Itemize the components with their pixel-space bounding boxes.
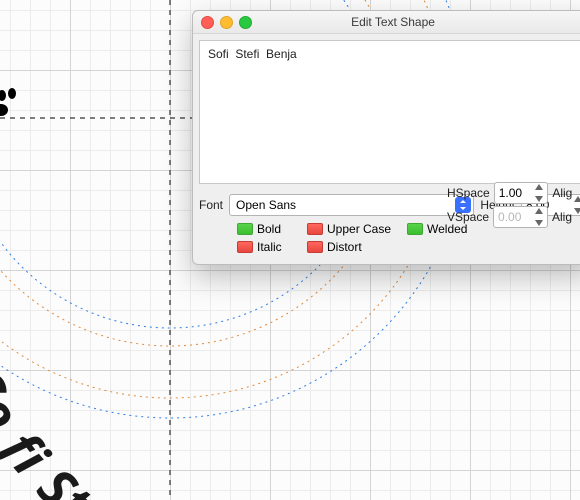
hspace-stepper[interactable]: 1.00 <box>494 182 549 204</box>
curved-text[interactable]: So fi Ste fi Benja <box>0 359 312 500</box>
stepper-icon[interactable] <box>535 208 545 226</box>
hspace-label: HSpace <box>447 186 490 200</box>
align-label-2: Alig <box>552 210 580 224</box>
bold-checkbox[interactable]: Bold <box>237 222 307 236</box>
vspace-stepper[interactable]: 0.00 <box>493 206 548 228</box>
checkbox-icon <box>237 241 253 253</box>
align-label-1: Alig <box>552 186 580 200</box>
font-select[interactable]: Open Sans <box>229 194 474 216</box>
uppercase-checkbox[interactable]: Upper Case <box>307 222 407 236</box>
font-value: Open Sans <box>236 198 296 212</box>
minimize-icon[interactable] <box>220 16 233 29</box>
checkbox-icon <box>307 241 323 253</box>
vspace-value: 0.00 <box>498 210 521 224</box>
checkbox-icon <box>237 223 253 235</box>
paw-shape[interactable] <box>0 88 24 118</box>
close-icon[interactable] <box>201 16 214 29</box>
dialog-titlebar[interactable]: Edit Text Shape <box>193 11 580 34</box>
vspace-label: VSpace <box>447 210 489 224</box>
text-content-input[interactable]: Sofi Stefi Benja <box>199 40 580 184</box>
checkbox-icon <box>307 223 323 235</box>
hspace-value: 1.00 <box>499 186 522 200</box>
checkbox-icon <box>407 223 423 235</box>
italic-checkbox[interactable]: Italic <box>237 240 307 254</box>
edit-text-shape-dialog[interactable]: Edit Text Shape Sofi Stefi Benja Font Op… <box>192 10 580 265</box>
distort-checkbox[interactable]: Distort <box>307 240 407 254</box>
stepper-icon[interactable] <box>535 184 545 202</box>
font-label: Font <box>199 198 223 212</box>
dialog-title: Edit Text Shape <box>351 15 435 29</box>
zoom-icon[interactable] <box>239 16 252 29</box>
